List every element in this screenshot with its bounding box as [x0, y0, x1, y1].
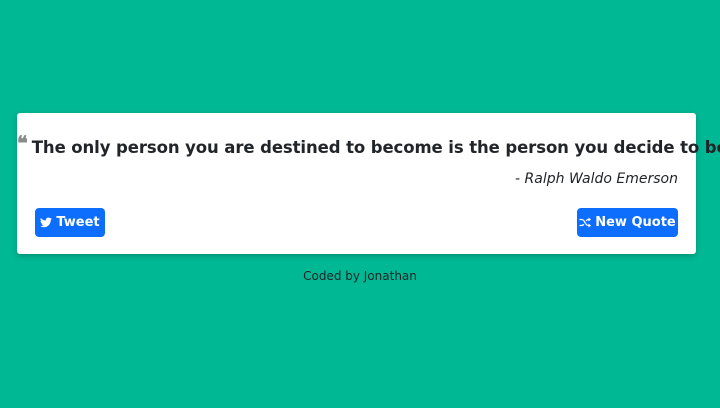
tweet-button[interactable]: Tweet	[35, 208, 105, 237]
twitter-icon	[40, 217, 53, 228]
quote-text: The only person you are destined to beco…	[31, 138, 720, 157]
footer-credit: Coded by Jonathan	[303, 269, 417, 283]
quote-line: ❝ The only person you are destined to bec…	[17, 131, 720, 157]
quote-author: - Ralph Waldo Emerson	[515, 171, 678, 187]
quote-box: ❝ The only person you are destined to bec…	[17, 113, 720, 254]
new-quote-button-label: New Quote	[595, 215, 676, 230]
quote-left-icon: ❝	[17, 131, 28, 155]
shuffle-icon	[579, 217, 592, 228]
new-quote-button[interactable]: New Quote	[577, 208, 678, 237]
tweet-button-label: Tweet	[56, 215, 100, 230]
